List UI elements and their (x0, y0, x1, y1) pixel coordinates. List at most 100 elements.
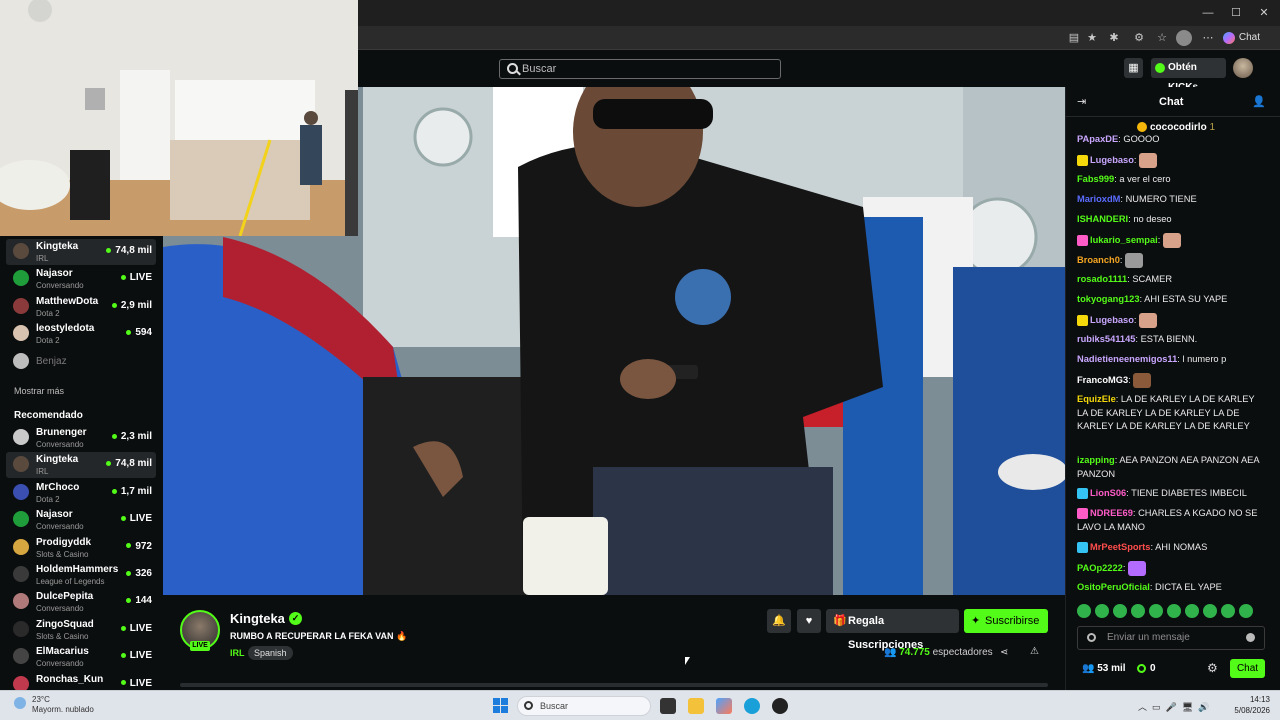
chat-username[interactable]: PAOp2222 (1077, 563, 1123, 573)
chat-message-input[interactable]: Enviar un mensaje (1077, 626, 1265, 650)
chat-message: PAOp2222: (1077, 561, 1260, 576)
live-dot-icon (111, 488, 117, 494)
chat-send-button[interactable]: Chat (1230, 659, 1265, 678)
gift-subs-button[interactable]: 🎁 Regala Suscripciones (826, 609, 959, 651)
chat-username[interactable]: rubiks541145 (1077, 334, 1135, 344)
chat-text: DICTA EL YAPE (1155, 582, 1222, 592)
channel-avatar (13, 648, 29, 665)
coin-icon (1137, 122, 1147, 133)
sidebar-channel-item[interactable]: ZingoSquad Slots & Casino LIVE (6, 617, 156, 643)
share-icon[interactable]: ⋖ (1000, 647, 1008, 658)
follow-heart-icon[interactable]: ♥ (797, 609, 821, 633)
chat-username[interactable]: OsitoPeruOficial (1077, 582, 1150, 592)
channel-viewers: 594 (126, 327, 152, 338)
kicks-coin-icon (1137, 663, 1146, 673)
sidebar-channel-item[interactable]: DulcePepita Conversando 144 (6, 589, 156, 615)
emote-icon[interactable] (1149, 604, 1163, 618)
chat-username[interactable]: FrancoMG3 (1077, 375, 1128, 385)
channel-name: MatthewDota (36, 295, 99, 307)
sidebar-channel-item[interactable]: ElMacarius Conversando LIVE (6, 644, 156, 670)
emote-icon[interactable] (1185, 604, 1199, 618)
windows-start-icon[interactable] (493, 698, 508, 713)
emote-icon[interactable] (1167, 604, 1181, 618)
taskbar-search-input[interactable]: Buscar (517, 696, 651, 716)
copilot-app-icon[interactable] (716, 698, 732, 714)
reader-icon[interactable]: ▤ (1066, 30, 1082, 46)
sidebar-channel-item[interactable]: Brunenger Conversando 2,3 mil (6, 425, 156, 451)
chat-username[interactable]: PApaxDE (1077, 134, 1118, 144)
maximize-button[interactable]: ☐ (1224, 4, 1248, 22)
horizontal-scrollbar[interactable] (180, 683, 1048, 687)
puzzle-icon[interactable]: ⚙ (1131, 30, 1147, 46)
emote-icon[interactable] (1239, 604, 1253, 618)
sidebar-channel-item[interactable]: Ronchas_Kun LIVE (6, 672, 156, 690)
search-input[interactable]: Buscar (499, 59, 781, 79)
streamer-name[interactable]: Kingteka (230, 611, 285, 626)
sidebar-channel-item[interactable]: Benjaz (6, 349, 156, 375)
system-tray[interactable]: ︿ ▭ 🎤 🖥 🔊 (1138, 700, 1209, 713)
sidebar-channel-item[interactable]: Kingteka IRL 74,8 mil (6, 452, 156, 479)
chat-text: AHI ESTA SU YAPE (1144, 294, 1228, 304)
notifications-bell-icon[interactable]: 🔔 (767, 609, 791, 633)
browser-chat-button[interactable]: Chat (1222, 29, 1260, 47)
gear-icon[interactable]: ⚙ (1207, 661, 1218, 675)
show-more-link[interactable]: Mostrar más (14, 386, 64, 396)
chat-username[interactable]: tokyogang123 (1077, 294, 1140, 304)
sidebar-channel-item[interactable]: leostyledota Dota 2 594 (6, 321, 156, 347)
emote-image (1133, 373, 1152, 388)
task-view-icon[interactable] (660, 698, 676, 714)
more-icon[interactable]: ⋯ (1200, 30, 1216, 46)
language-tag[interactable]: Spanish (248, 646, 293, 660)
chat-username[interactable]: rosado1111 (1077, 274, 1127, 284)
edge-icon[interactable] (744, 698, 760, 714)
category-link[interactable]: IRL (230, 648, 245, 658)
chat-username[interactable]: lukario_sempai (1090, 235, 1158, 245)
file-explorer-icon[interactable] (688, 698, 704, 714)
chat-username[interactable]: Broanch0 (1077, 255, 1120, 265)
sidebar-channel-item[interactable]: MatthewDota Dota 2 2,9 mil (6, 294, 156, 320)
user-avatar[interactable] (1233, 58, 1253, 78)
chat-username[interactable]: Fabs999 (1077, 174, 1114, 184)
chat-username[interactable]: Lugebaso (1090, 315, 1134, 325)
chat-username[interactable]: Lugebaso (1090, 155, 1134, 165)
chat-username[interactable]: EquizEle (1077, 394, 1116, 404)
chat-message: NDREE69: CHARLES A KGADO NO SE LAVO LA M… (1077, 507, 1260, 534)
star-icon[interactable]: ★ (1084, 30, 1100, 46)
channel-category: Dota 2 (36, 308, 60, 318)
emote-icon[interactable] (1077, 604, 1091, 618)
emote-icon[interactable] (1095, 604, 1109, 618)
clock[interactable]: 14:13 5/08/2026 (1230, 694, 1270, 716)
app-icon[interactable] (772, 698, 788, 714)
chat-username[interactable]: LionS06 (1090, 488, 1126, 498)
clock-date: 5/08/2026 (1234, 706, 1270, 715)
subscribe-button[interactable]: ✦ Suscribirse (964, 609, 1048, 633)
close-button[interactable]: ✕ (1252, 4, 1276, 22)
emote-bar (1077, 604, 1267, 620)
report-icon[interactable]: ⚠ (1030, 646, 1039, 657)
chat-username[interactable]: izapping (1077, 455, 1115, 465)
emote-icon[interactable] (1113, 604, 1127, 618)
chat-username[interactable]: MrPeetSports (1090, 542, 1150, 552)
favorites-icon[interactable]: ☆ (1154, 30, 1170, 46)
sidebar-channel-item[interactable]: HoldemHammers League of Legends 326 (6, 562, 156, 588)
sidebar-channel-item[interactable]: MrChoco Dota 2 1,7 mil (6, 480, 156, 506)
chat-username[interactable]: MarioxdM (1077, 194, 1120, 204)
emoji-icon[interactable] (1246, 633, 1255, 642)
collapse-chat-icon[interactable]: ⇥ (1077, 95, 1086, 108)
grid-icon[interactable]: ▦ (1124, 58, 1143, 78)
extension-icon[interactable]: ✱ (1106, 30, 1122, 46)
emote-icon[interactable] (1221, 604, 1235, 618)
chat-username[interactable]: ISHANDERI (1077, 214, 1128, 224)
sidebar-channel-item[interactable]: Prodigyddk Slots & Casino 972 (6, 535, 156, 561)
sidebar-channel-item[interactable]: Najasor Conversando LIVE (6, 266, 156, 292)
chat-username[interactable]: NDREE69 (1090, 508, 1133, 518)
chat-users-icon[interactable]: 👤 (1252, 95, 1266, 108)
emote-icon[interactable] (1203, 604, 1217, 618)
channel-avatar (13, 297, 29, 314)
sidebar-channel-item[interactable]: Najasor Conversando LIVE (6, 507, 156, 533)
chat-username[interactable]: Nadietieneenemigos11 (1077, 354, 1177, 364)
browser-profile-icon[interactable] (1176, 30, 1192, 46)
minimize-button[interactable]: — (1196, 4, 1220, 22)
emote-icon[interactable] (1131, 604, 1145, 618)
sidebar-channel-item[interactable]: Kingteka IRL 74,8 mil (6, 239, 156, 265)
